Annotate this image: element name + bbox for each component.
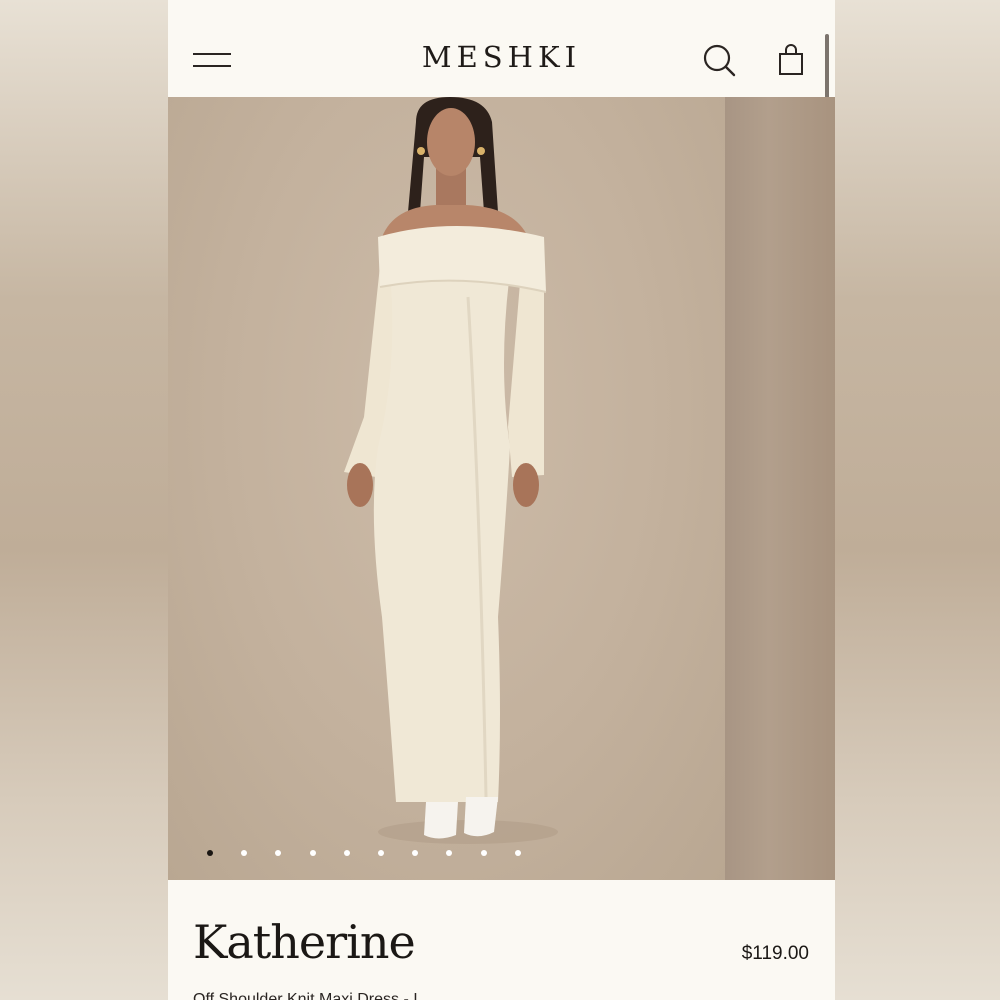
product-title: Katherine xyxy=(193,915,416,969)
gallery-dot-7[interactable] xyxy=(412,850,419,856)
product-info: Katherine $119.00 Off Shoulder Knit Maxi… xyxy=(168,880,835,1000)
product-price: $119.00 xyxy=(741,943,809,964)
product-page: MESHKI Katherine $119.00 Off Shoulder Kn… xyxy=(168,0,835,1000)
product-image-next-preview[interactable] xyxy=(725,97,835,880)
search-button[interactable] xyxy=(701,42,737,78)
gallery-dot-2[interactable] xyxy=(241,850,248,856)
gallery-dot-10[interactable] xyxy=(514,850,521,856)
gallery-pagination xyxy=(168,847,725,859)
product-image-main[interactable] xyxy=(168,97,725,880)
gallery-dot-5[interactable] xyxy=(343,850,350,856)
gallery-dot-6[interactable] xyxy=(378,850,384,856)
product-image-gallery[interactable] xyxy=(168,97,835,880)
shopping-bag-icon xyxy=(779,44,803,75)
gallery-dot-4[interactable] xyxy=(309,850,316,856)
gallery-dot-9[interactable] xyxy=(480,850,487,856)
site-header: MESHKI xyxy=(168,0,835,244)
gallery-dot-3[interactable] xyxy=(275,850,282,856)
gallery-dot-1[interactable] xyxy=(207,850,213,856)
gallery-dot-8[interactable] xyxy=(446,850,453,856)
search-icon xyxy=(703,44,736,77)
product-photo-model xyxy=(344,97,558,844)
cart-button[interactable] xyxy=(776,42,808,78)
product-subtitle: Off Shoulder Knit Maxi Dress - I xyxy=(193,991,418,1000)
